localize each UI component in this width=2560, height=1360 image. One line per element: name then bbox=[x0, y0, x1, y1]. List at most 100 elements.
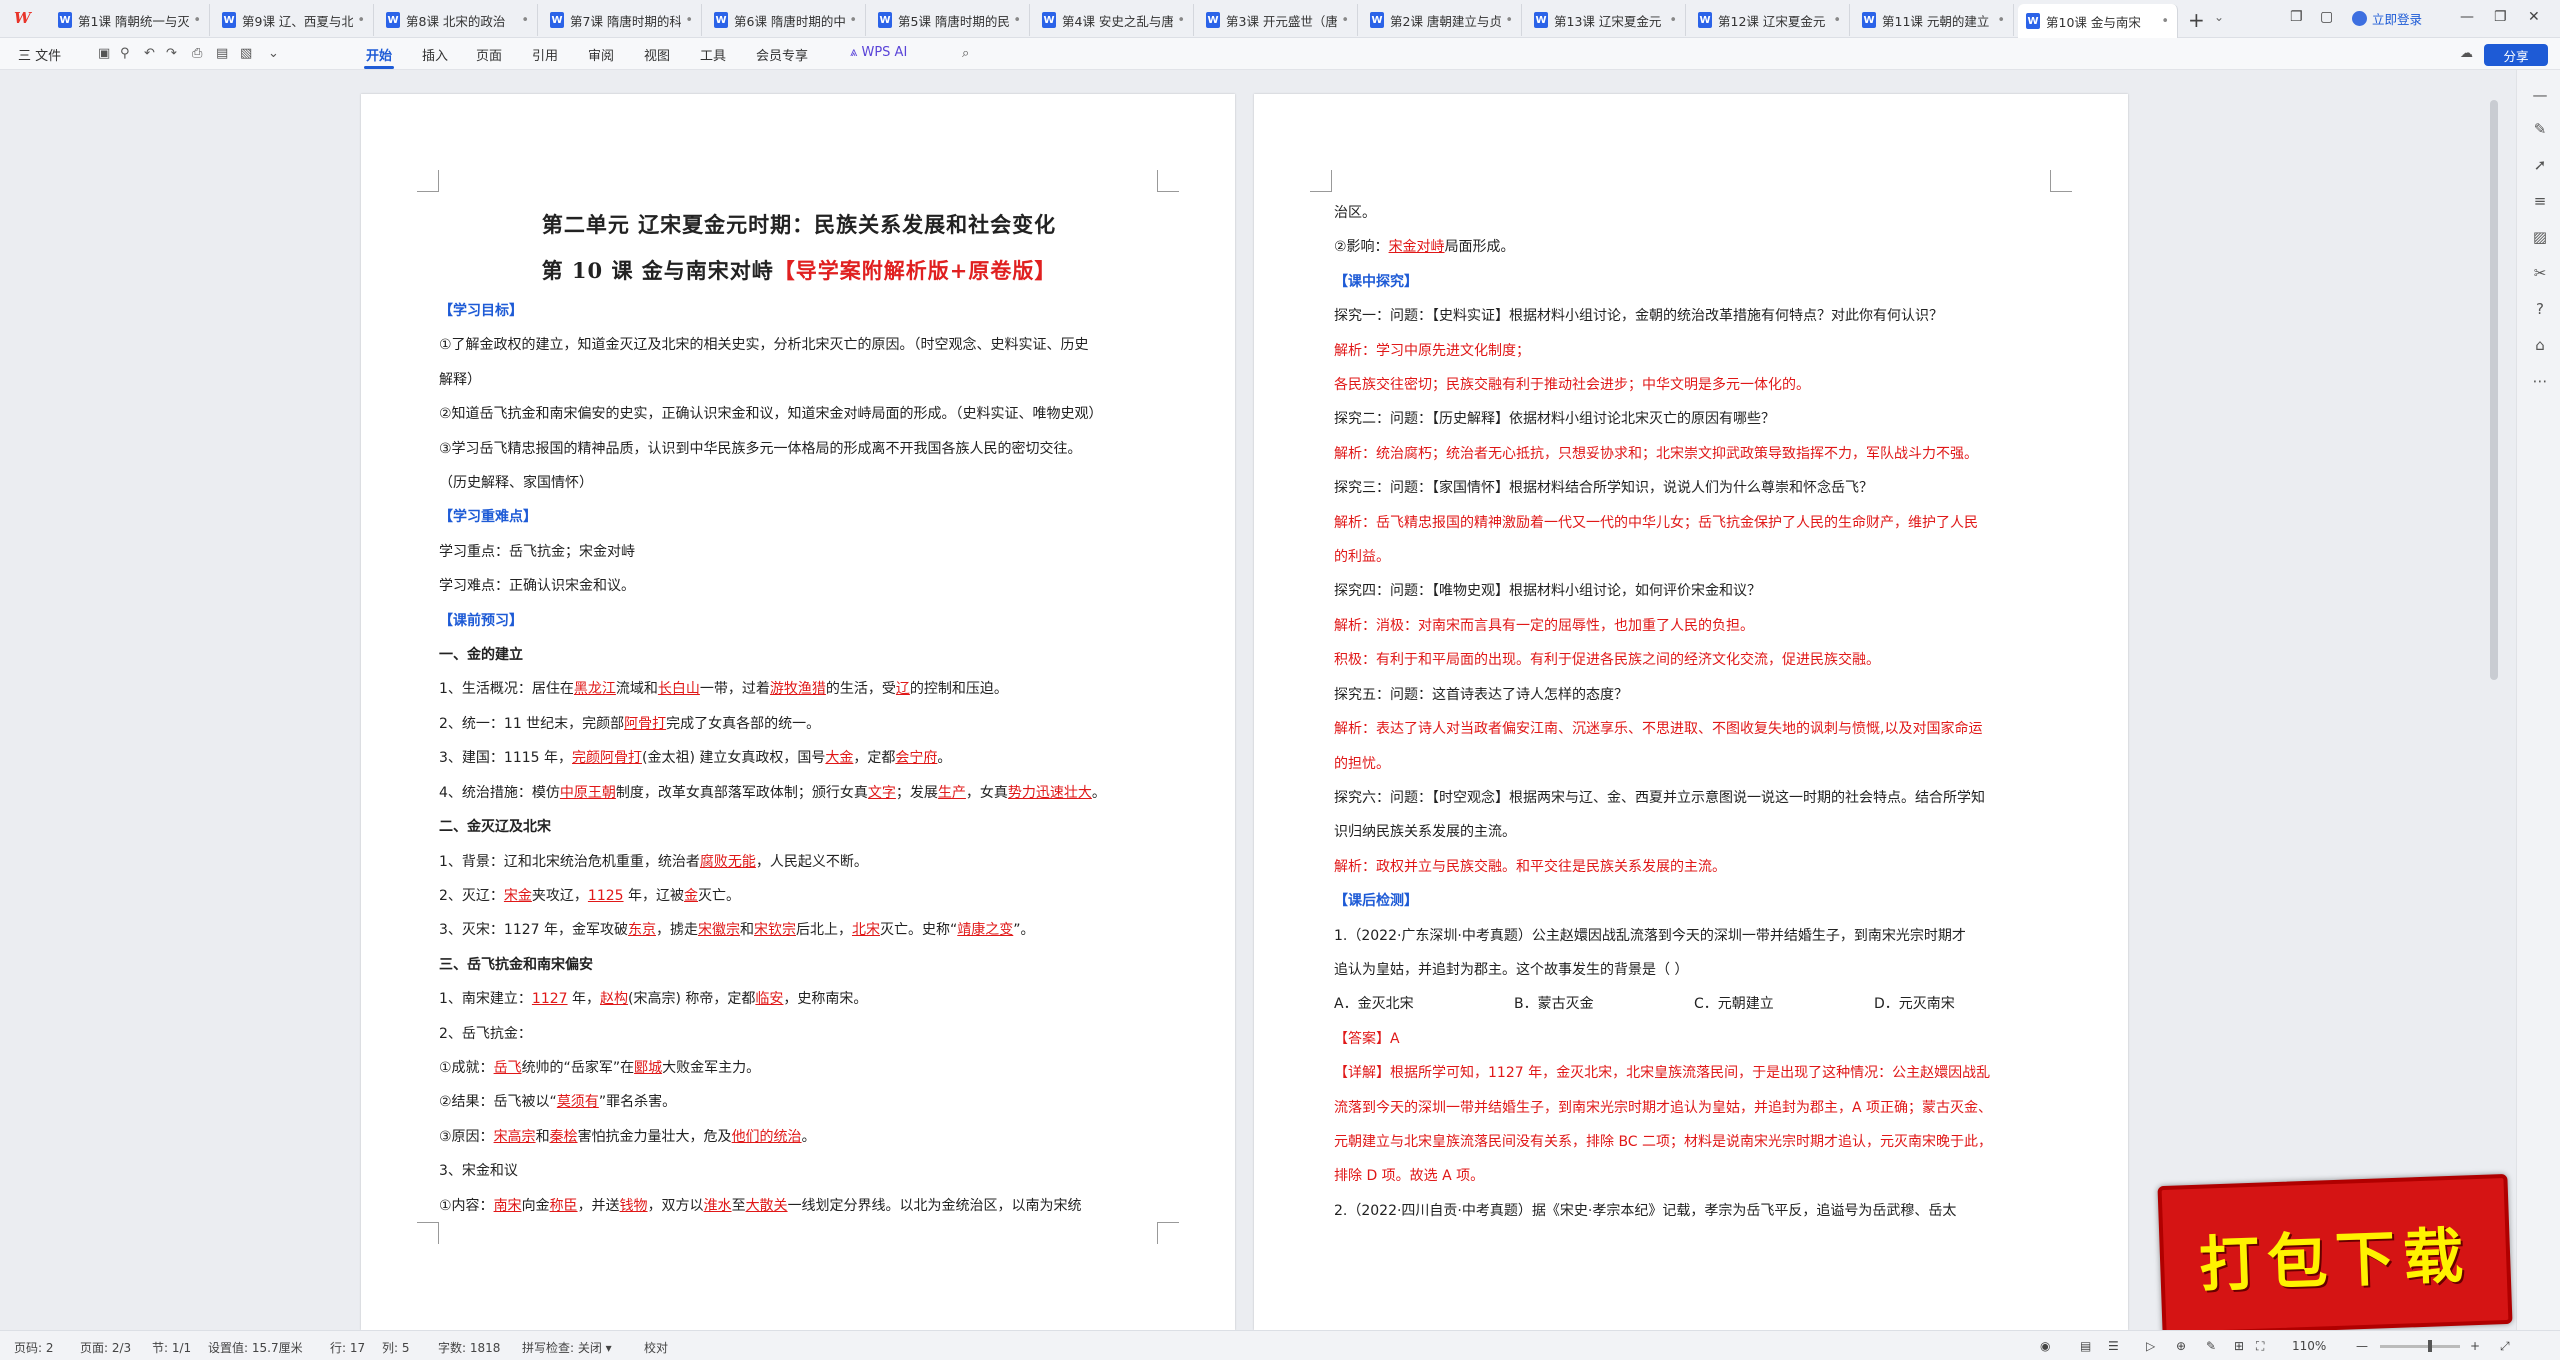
wps-logo-icon[interactable]: W bbox=[14, 9, 40, 29]
tab-page[interactable]: 页面 bbox=[476, 45, 502, 64]
page-view-icon[interactable]: ▤ bbox=[2080, 1339, 2091, 1353]
help-icon[interactable]: ? bbox=[2531, 300, 2549, 318]
vertical-scrollbar[interactable] bbox=[2490, 100, 2498, 680]
document-tab[interactable]: W 第8课 北宋的政治 • bbox=[378, 4, 538, 36]
close-tab-icon[interactable]: • bbox=[685, 13, 693, 28]
add-tab-icon[interactable]: + bbox=[2188, 8, 2205, 32]
tab-insert[interactable]: 插入 bbox=[422, 45, 448, 64]
document-tab[interactable]: W 第7课 隋唐时期的科 • bbox=[542, 4, 702, 36]
status-proofread[interactable]: 校对 bbox=[644, 1339, 668, 1356]
link-icon[interactable]: ⚲ bbox=[120, 46, 130, 61]
pointer-icon[interactable]: ➚ bbox=[2531, 156, 2549, 174]
document-tab[interactable]: W 第5课 隋唐时期的民 • bbox=[870, 4, 1030, 36]
tab-tools[interactable]: 工具 bbox=[700, 45, 726, 64]
fill-in-answer: 会宁府 bbox=[895, 750, 938, 767]
close-tab-icon[interactable]: • bbox=[2161, 14, 2169, 29]
document-tab[interactable]: W 第12课 辽宋夏金元 • bbox=[1690, 4, 1850, 36]
document-tab[interactable]: W 第10课 金与南宋 • bbox=[2018, 4, 2178, 38]
status-column[interactable]: 列: 5 bbox=[382, 1339, 410, 1356]
more-icon[interactable]: ⋯ bbox=[2531, 372, 2549, 390]
undo-icon[interactable]: ↶ bbox=[144, 46, 155, 61]
pen-icon[interactable]: ✎ bbox=[2531, 120, 2549, 138]
status-pages[interactable]: 页面: 2/3 bbox=[80, 1339, 131, 1356]
document-tab[interactable]: W 第1课 隋朝统一与灭亡• bbox=[50, 4, 210, 36]
image-icon[interactable]: ▧ bbox=[240, 46, 252, 61]
web-view-icon[interactable]: ⊕ bbox=[2176, 1339, 2186, 1353]
image-edit-icon[interactable]: ▨ bbox=[2531, 228, 2549, 246]
collapse-icon[interactable]: — bbox=[2531, 86, 2549, 104]
word-doc-icon: W bbox=[1206, 12, 1220, 28]
line-text: ，女真 bbox=[965, 784, 1008, 801]
restore-icon[interactable]: ❐ bbox=[2494, 9, 2507, 25]
share-button[interactable]: 分享 bbox=[2484, 44, 2548, 66]
download-package-banner[interactable]: 打包下载 bbox=[2157, 1173, 2513, 1337]
cloud-icon[interactable]: ☁ bbox=[2460, 46, 2473, 61]
zoom-out-icon[interactable]: — bbox=[2356, 1339, 2368, 1353]
close-tab-icon[interactable]: • bbox=[1177, 13, 1185, 28]
zoom-slider[interactable] bbox=[2380, 1345, 2460, 1348]
tab-home[interactable]: 开始 bbox=[366, 45, 392, 64]
fullscreen-icon[interactable]: ⤢ bbox=[2500, 1339, 2510, 1354]
close-tab-icon[interactable]: • bbox=[521, 13, 529, 28]
document-tab[interactable]: W 第11课 元朝的建立 • bbox=[1854, 4, 2014, 36]
document-tab[interactable]: W 第3课 开元盛世（唐 • bbox=[1198, 4, 1358, 36]
close-tab-icon[interactable]: • bbox=[1505, 13, 1513, 28]
section-2-title: 二、金灭辽及北宋 bbox=[439, 819, 551, 836]
close-tab-icon[interactable]: • bbox=[357, 13, 365, 28]
document-tab[interactable]: W 第6课 隋唐时期的中 • bbox=[706, 4, 866, 36]
redo-icon[interactable]: ↷ bbox=[166, 46, 177, 61]
document-tab[interactable]: W 第13课 辽宋夏金元 • bbox=[1526, 4, 1686, 36]
screen-icon[interactable]: ▢ bbox=[2320, 9, 2333, 25]
status-row[interactable]: 行: 17 bbox=[330, 1339, 365, 1356]
more-chevron-icon[interactable]: ⌄ bbox=[268, 46, 279, 61]
close-tab-icon[interactable]: • bbox=[1341, 13, 1349, 28]
chevron-down-icon[interactable]: ⌄ bbox=[2214, 10, 2224, 24]
close-tab-icon[interactable]: • bbox=[849, 13, 857, 28]
zoom-level[interactable]: 110% bbox=[2292, 1339, 2326, 1353]
close-tab-icon[interactable]: • bbox=[1669, 13, 1677, 28]
line-text: 夹攻辽， bbox=[531, 887, 588, 904]
tab-reference[interactable]: 引用 bbox=[532, 45, 558, 64]
tab-view[interactable]: 视图 bbox=[644, 45, 670, 64]
outline-view-icon[interactable]: ☰ bbox=[2108, 1339, 2119, 1353]
tools-icon[interactable]: ✂ bbox=[2531, 264, 2549, 282]
inquiry-answer: 解析：学习中原先进文化制度； bbox=[1334, 342, 1530, 359]
answer-detail: 排除 D 项。故选 A 项。 bbox=[1334, 1168, 1485, 1185]
status-section[interactable]: 节: 1/1 bbox=[152, 1339, 191, 1356]
window-layout-icon[interactable]: ❐ bbox=[2290, 9, 2303, 25]
tab-review[interactable]: 审阅 bbox=[588, 45, 614, 64]
bag-icon[interactable]: ⌂ bbox=[2531, 336, 2549, 354]
line-text: 2、统一：11 世纪末，完颜部 bbox=[439, 715, 625, 732]
search-icon[interactable]: ⌕ bbox=[962, 46, 969, 61]
status-word-count[interactable]: 字数: 1818 bbox=[438, 1339, 500, 1356]
pdf-icon[interactable]: ▤ bbox=[216, 46, 228, 61]
line-text: 一带，过着 bbox=[699, 681, 770, 698]
close-tab-icon[interactable]: • bbox=[1833, 13, 1841, 28]
settings-sliders-icon[interactable]: ≡ bbox=[2531, 192, 2549, 210]
focus-view-icon[interactable]: ⊞ bbox=[2234, 1339, 2244, 1353]
print-icon[interactable]: ⎙ bbox=[192, 46, 202, 61]
status-setting[interactable]: 设置值: 15.7厘米 bbox=[208, 1339, 303, 1356]
close-window-icon[interactable]: ✕ bbox=[2528, 9, 2540, 25]
save-icon[interactable]: ▣ bbox=[98, 46, 110, 61]
file-menu[interactable]: 三 文件 bbox=[18, 45, 61, 64]
close-tab-icon[interactable]: • bbox=[193, 13, 201, 28]
close-tab-icon[interactable]: • bbox=[1013, 13, 1021, 28]
wps-ai-button[interactable]: ⩓ WPS AI bbox=[850, 45, 907, 60]
edit-view-icon[interactable]: ✎ bbox=[2206, 1339, 2216, 1353]
document-tab[interactable]: W 第4课 安史之乱与唐 • bbox=[1034, 4, 1194, 36]
document-tab[interactable]: W 第2课 唐朝建立与贞 • bbox=[1362, 4, 1522, 36]
minimize-icon[interactable]: — bbox=[2460, 9, 2474, 25]
login-button[interactable]: 立即登录 bbox=[2352, 9, 2422, 28]
eye-icon[interactable]: ◉ bbox=[2040, 1339, 2050, 1353]
zoom-fit-icon[interactable]: ⛶ bbox=[2256, 1339, 2264, 1354]
status-page-number[interactable]: 页码: 2 bbox=[14, 1339, 54, 1356]
zoom-in-icon[interactable]: + bbox=[2470, 1339, 2480, 1353]
zoom-slider-handle[interactable] bbox=[2428, 1340, 2432, 1352]
page-corner-mark bbox=[1157, 170, 1179, 192]
document-tab[interactable]: W 第9课 辽、西夏与北宋• bbox=[214, 4, 374, 36]
close-tab-icon[interactable]: • bbox=[1997, 13, 2005, 28]
status-spellcheck[interactable]: 拼写检查: 关闭 ▾ bbox=[522, 1339, 612, 1356]
tab-member[interactable]: 会员专享 bbox=[756, 45, 808, 64]
play-icon[interactable]: ▷ bbox=[2146, 1339, 2155, 1353]
